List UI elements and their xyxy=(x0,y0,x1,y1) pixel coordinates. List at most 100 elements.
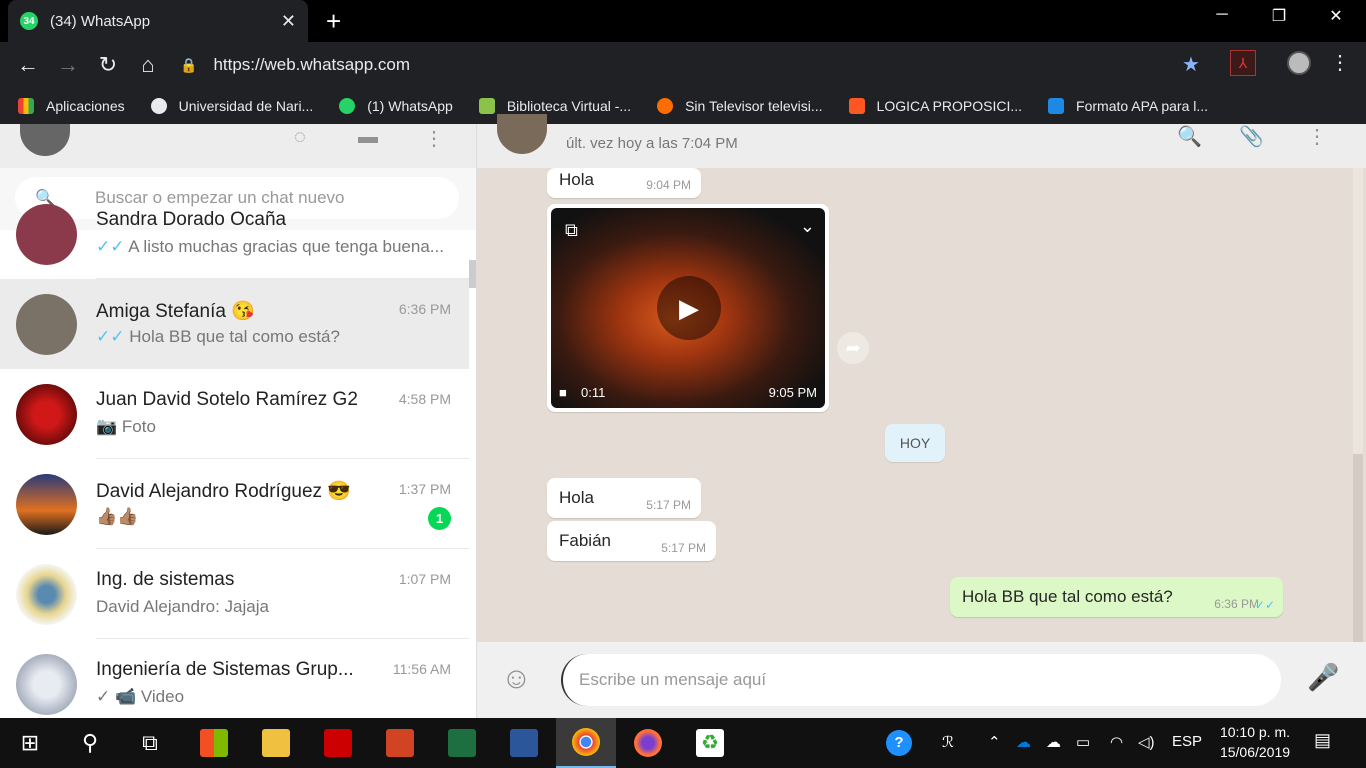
emoji-icon[interactable]: ☺ xyxy=(501,662,532,696)
chat-time: 4:58 PM xyxy=(398,391,451,407)
message-in: Hola 5:17 PM xyxy=(547,478,701,518)
chat-name: Sandra Dorado Ocaña xyxy=(96,209,287,230)
chat-time: 1:37 PM xyxy=(398,481,451,497)
forward-icon[interactable]: ➦ xyxy=(837,332,869,364)
search-icon[interactable]: 🔍 xyxy=(1177,124,1202,149)
clock-date: 15/06/2019 xyxy=(1219,744,1291,760)
chrome-app-icon xyxy=(572,728,600,756)
file-explorer-icon[interactable] xyxy=(246,718,306,768)
people-icon[interactable]: ℛ xyxy=(942,733,954,751)
status-icon[interactable]: ◌ xyxy=(294,126,306,149)
back-icon[interactable]: ← xyxy=(8,52,48,78)
task-view-icon[interactable]: ⧉ xyxy=(120,718,180,768)
bookmark-televisor[interactable]: Sin Televisor televisi... xyxy=(657,98,823,114)
pip-icon[interactable]: ⧉ xyxy=(565,220,578,241)
chat-name: Juan David Sotelo Ramírez G2 xyxy=(96,389,358,410)
avatar xyxy=(16,204,77,265)
avatar xyxy=(16,564,77,625)
chat-item[interactable]: Ing. de sistemas 1:07 PM David Alejandro… xyxy=(0,549,469,639)
attach-icon[interactable]: 📎 xyxy=(1239,124,1264,149)
globe-icon xyxy=(150,98,167,114)
home-icon[interactable]: ⌂ xyxy=(128,52,168,78)
store-icon[interactable] xyxy=(184,718,244,768)
search-icon[interactable]: ⚲ xyxy=(60,718,120,768)
chat-name: David Alejandro Rodríguez 😎 xyxy=(96,481,351,502)
forward-icon[interactable]: → xyxy=(48,52,88,78)
chat-list-panel: ◌ ▬ ⋮ 🔍 Buscar o empezar un chat nuevo S… xyxy=(0,124,477,718)
bookmark-apa[interactable]: Formato APA para l... xyxy=(1048,98,1208,114)
battery-icon[interactable]: ▭ xyxy=(1076,733,1090,751)
pdf-extension-icon[interactable]: ⅄ xyxy=(1230,50,1256,76)
microphone-icon[interactable]: 🎤 xyxy=(1307,662,1339,693)
maximize-icon[interactable]: ❐ xyxy=(1257,6,1301,26)
video-message[interactable]: ⧉ ⌄ ▶ ■ 0:11 9:05 PM xyxy=(547,204,829,412)
wifi-icon[interactable]: ◠ xyxy=(1110,733,1123,751)
profile-avatar[interactable] xyxy=(1287,51,1311,75)
play-button[interactable]: ▶ xyxy=(657,276,721,340)
message-scrollbar[interactable] xyxy=(1353,168,1363,454)
bookmark-apps[interactable]: Aplicaciones xyxy=(18,98,125,114)
word-icon[interactable] xyxy=(494,718,554,768)
my-avatar[interactable] xyxy=(20,124,70,156)
chat-item[interactable]: Ingeniería de Sistemas Grup... 11:56 AM … xyxy=(0,639,469,718)
double-check-icon: ✓✓ xyxy=(1254,598,1275,612)
clock[interactable]: 10:10 p. m. 15/06/2019 xyxy=(1210,722,1300,762)
contact-avatar[interactable] xyxy=(497,114,547,154)
bookmark-whatsapp[interactable]: (1) WhatsApp xyxy=(339,98,453,114)
new-chat-icon[interactable]: ▬ xyxy=(358,126,378,149)
chat-item[interactable]: David Alejandro Rodríguez 😎 1:37 PM 👍🏽👍🏽… xyxy=(0,459,469,549)
bookmark-universidad[interactable]: Universidad de Nari... xyxy=(150,98,313,114)
bookmarks-bar: Aplicaciones Universidad de Nari... (1) … xyxy=(0,88,1366,124)
onedrive-icon[interactable]: ☁ xyxy=(1016,733,1031,751)
day-label: HOY xyxy=(885,424,945,462)
chrome-icon[interactable] xyxy=(556,718,616,768)
bookmark-logica[interactable]: LOGICA PROPOSICI... xyxy=(848,98,1022,114)
message-in: Hola 9:04 PM xyxy=(547,168,701,198)
message-input[interactable]: Escribe un mensaje aquí xyxy=(561,654,1281,706)
acrobat-icon[interactable] xyxy=(308,718,368,768)
tv-icon xyxy=(657,98,674,114)
chat-list-scrollbar[interactable] xyxy=(469,260,476,288)
recycle-icon[interactable]: ♻ xyxy=(680,718,740,768)
bookmark-biblioteca[interactable]: Biblioteca Virtual -... xyxy=(478,98,631,114)
chat-last-message: ✓✓ A listo muchas gracias que tenga buen… xyxy=(96,237,444,256)
window-close-icon[interactable]: ✕ xyxy=(1314,6,1358,26)
chat-item[interactable]: Sandra Dorado Ocaña ✓✓ A listo muchas gr… xyxy=(0,189,469,279)
excel-icon[interactable] xyxy=(432,718,492,768)
address-bar[interactable]: 🔒 https://web.whatsapp.com xyxy=(180,48,1220,82)
chat-last-message: ✓✓ Hola BB que tal como está? xyxy=(96,327,340,346)
language-indicator[interactable]: ESP xyxy=(1172,733,1202,750)
chat-item[interactable]: Juan David Sotelo Ramírez G2 4:58 PM 📷 F… xyxy=(0,369,469,459)
chevron-down-icon[interactable]: ⌄ xyxy=(800,216,815,237)
notifications-icon[interactable]: ▤ xyxy=(1314,730,1331,751)
chevron-up-icon[interactable]: ⌃ xyxy=(988,733,1001,751)
chat-last-message: David Alejandro: Jajaja xyxy=(96,597,269,616)
new-tab-button[interactable]: + xyxy=(326,6,341,36)
firefox-icon[interactable] xyxy=(618,718,678,768)
cloud-icon[interactable]: ☁ xyxy=(1046,733,1061,751)
avatar xyxy=(16,294,77,355)
tab-whatsapp[interactable]: 34 (34) WhatsApp ✕ xyxy=(8,0,308,42)
help-icon[interactable]: ? xyxy=(886,730,912,756)
chat-item[interactable]: Amiga Stefanía 😘 6:36 PM ✓✓ Hola BB que … xyxy=(0,279,469,369)
conversation-header: últ. vez hoy a las 7:04 PM 🔍 📎 ⋮ xyxy=(477,114,1366,168)
menu-dots-icon[interactable]: ⋮ xyxy=(1307,124,1327,149)
compose-bar: ☺ Escribe un mensaje aquí 🎤 xyxy=(477,642,1366,718)
video-time: 9:05 PM xyxy=(768,385,817,400)
reload-icon[interactable]: ↻ xyxy=(88,52,128,78)
bookmark-star-icon[interactable]: ★ xyxy=(1182,52,1200,77)
volume-icon[interactable]: ◁) xyxy=(1138,733,1155,751)
windows-start-icon[interactable]: ⊞ xyxy=(0,718,60,768)
video-camera-icon: ■ xyxy=(559,385,567,400)
document-icon xyxy=(1048,98,1065,114)
avatar xyxy=(16,384,77,445)
chat-name: Ing. de sistemas xyxy=(96,569,235,590)
menu-dots-icon[interactable]: ⋮ xyxy=(1330,50,1350,75)
menu-dots-icon[interactable]: ⋮ xyxy=(424,126,444,151)
avatar xyxy=(16,474,77,535)
pdf-icon xyxy=(324,729,352,757)
minimize-icon[interactable]: ─ xyxy=(1200,6,1244,24)
close-icon[interactable]: ✕ xyxy=(281,11,296,32)
powerpoint-icon[interactable] xyxy=(370,718,430,768)
message-out: Hola BB que tal como está? 6:36 PM ✓✓ xyxy=(950,577,1283,617)
